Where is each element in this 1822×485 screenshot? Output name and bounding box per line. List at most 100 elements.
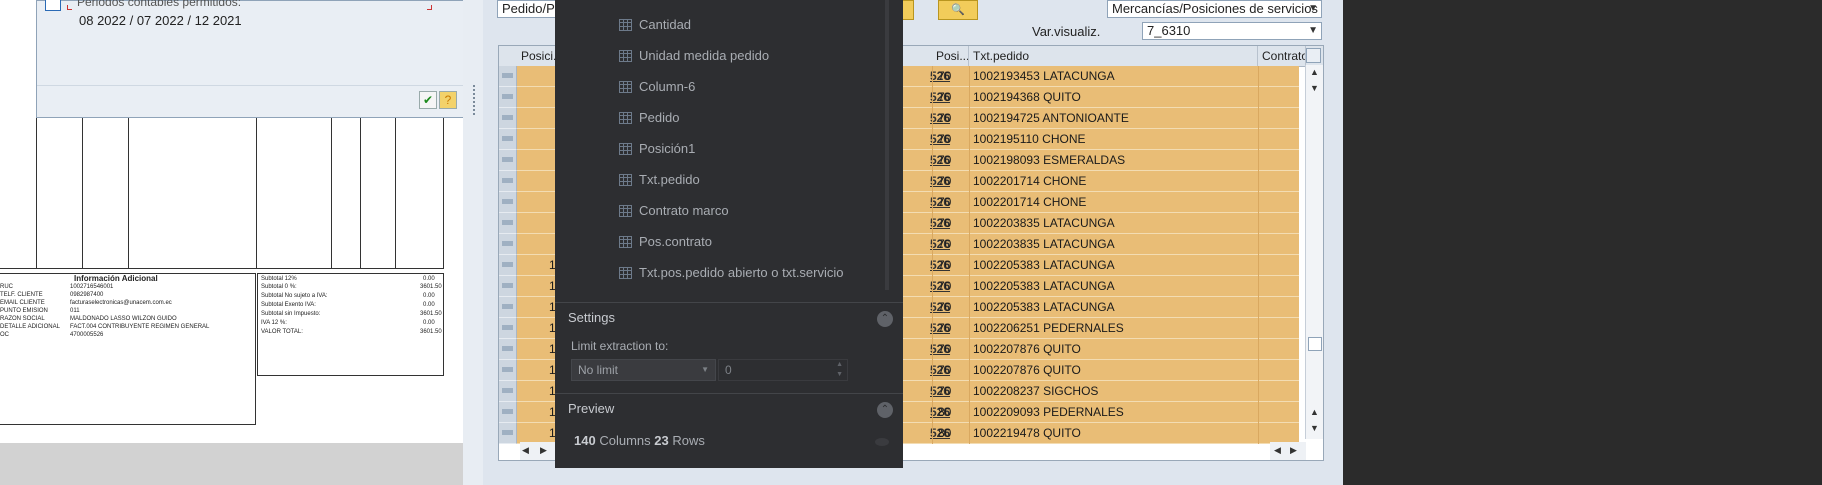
cell-txt-pedido: 1002195110 CHONE [973, 132, 1086, 146]
row-selector[interactable] [499, 360, 517, 381]
total-value: 3601.50 [420, 329, 442, 335]
table-column-icon [619, 267, 632, 279]
order-type-select[interactable]: Pedido/Pl [497, 0, 559, 18]
var-visualiz-select[interactable]: 7_6310 ▼ [1142, 22, 1322, 40]
column-header[interactable]: Txt.pedido [969, 46, 1258, 66]
table-line [256, 118, 257, 268]
info-label: RUC [0, 284, 13, 290]
cell-pos: 70 [938, 153, 952, 167]
column-list-scrollbar[interactable] [885, 0, 889, 290]
info-icon [45, 0, 61, 11]
row-selector[interactable] [499, 234, 517, 255]
total-value: 0.00 [423, 276, 435, 282]
row-selector[interactable] [499, 276, 517, 297]
limit-select[interactable]: No limit ▼ [571, 359, 716, 381]
table-line [0, 268, 444, 269]
limit-number-input[interactable]: 0 ▲ ▼ [718, 359, 848, 381]
cell-pos: 70 [938, 195, 952, 209]
periods-dialog: Periodos contables permitidos: 08 2022 /… [36, 0, 468, 118]
splitter-grip[interactable] [473, 85, 477, 115]
total-label: Subtotal 0 %: [261, 284, 297, 290]
scroll-down-icon[interactable]: ▼ [1310, 423, 1319, 433]
scroll-up-icon[interactable]: ▲ [1310, 407, 1319, 417]
splitter[interactable] [463, 0, 483, 485]
var-visualiz-label: Var.visualiz. [1032, 24, 1101, 39]
preview-section-header[interactable]: Preview ⌃ [555, 393, 903, 423]
row-selector[interactable] [499, 171, 517, 192]
cell-pos: 70 [938, 342, 952, 356]
row-selector[interactable] [499, 255, 517, 276]
cell-pos: 70 [938, 111, 952, 125]
row-selector[interactable] [499, 129, 517, 150]
row-selector[interactable] [499, 297, 517, 318]
row-selector[interactable] [499, 402, 517, 423]
column-header[interactable]: Posi... [932, 46, 969, 66]
cell-pos: 70 [938, 69, 952, 83]
column-settings-button[interactable] [1306, 48, 1321, 63]
stepper-icon[interactable]: ▲ ▼ [836, 360, 843, 380]
row-selector[interactable] [499, 381, 517, 402]
cell-txt-pedido: 1002201714 CHONE [973, 174, 1087, 188]
row-selector[interactable] [499, 87, 517, 108]
info-label: OC [0, 332, 9, 338]
collapse-icon[interactable]: ⌃ [877, 311, 893, 327]
info-value: FACT.004 CONTRIBUYENTE REGIMEN GENERAL [70, 324, 210, 330]
toolbar-search-icon[interactable]: 🔍 [938, 0, 978, 20]
table-column-icon [619, 143, 632, 155]
cell-txt-pedido: 1002206251 PEDERNALES [973, 321, 1124, 335]
horizontal-scrollbar[interactable]: ◀ ▶ [1270, 442, 1306, 460]
table-line [395, 118, 396, 268]
help-button[interactable]: ? [439, 91, 457, 109]
cell-txt-pedido: 1002194368 QUITO [973, 90, 1081, 104]
column-header[interactable]: Contrato [1258, 46, 1306, 66]
total-value: 3601.50 [420, 284, 442, 290]
row-selector[interactable] [499, 66, 517, 87]
total-value: 0.00 [423, 302, 435, 308]
cell-txt-pedido: 1002205383 LATACUNGA [973, 258, 1115, 272]
chevron-down-icon: ▼ [1308, 25, 1318, 36]
corner-mark [427, 5, 432, 10]
settings-section-header[interactable]: Settings ⌃ [555, 302, 903, 332]
scroll-up-icon[interactable]: ▲ [1310, 67, 1319, 77]
scroll-down-icon[interactable]: ▼ [1310, 83, 1319, 93]
table-line [36, 118, 37, 268]
preview-summary: 140 Columns 23 Rows [574, 433, 705, 448]
row-selector[interactable] [499, 192, 517, 213]
scroll-left-icon[interactable]: ◀ [1274, 445, 1281, 456]
row-selector[interactable] [499, 108, 517, 129]
cell-pos: 70 [938, 384, 952, 398]
total-label: Subtotal Exento IVA: [261, 302, 316, 308]
scroll-right-icon[interactable]: ▶ [540, 445, 547, 456]
preview-columns-label: Columns [599, 433, 651, 448]
table-column-icon [619, 112, 632, 124]
total-label: VALOR TOTAL: [261, 329, 303, 335]
scroll-right-icon[interactable]: ▶ [1290, 445, 1297, 456]
collapse-icon[interactable]: ⌃ [877, 402, 893, 418]
table-column-icon [619, 236, 632, 248]
info-label: EMAIL CLIENTE [0, 300, 45, 306]
info-title: Información Adicional [74, 274, 158, 283]
row-selector[interactable] [499, 339, 517, 360]
scroll-left-icon[interactable]: ◀ [522, 445, 529, 456]
table-column-icon [619, 81, 632, 93]
total-value: 0.00 [423, 293, 435, 299]
row-selector[interactable] [499, 213, 517, 234]
row-selector[interactable] [499, 150, 517, 171]
column-header[interactable]: Posici... [517, 46, 557, 66]
cell-pos: 80 [938, 426, 952, 440]
toolbar-button-edge[interactable] [902, 0, 914, 20]
total-value: 0.00 [423, 320, 435, 326]
confirm-button[interactable]: ✔ [419, 91, 437, 109]
cell-txt-pedido: 1002201714 CHONE [973, 195, 1087, 209]
chevron-down-icon: ▼ [1308, 3, 1318, 14]
cell-txt-pedido: 1002209093 PEDERNALES [973, 405, 1124, 419]
table-line [443, 118, 444, 268]
scroll-thumb[interactable] [1308, 337, 1322, 351]
cell-txt-pedido: 1002205383 LATACUNGA [973, 300, 1115, 314]
eye-icon[interactable] [875, 438, 889, 446]
view-select[interactable]: Mercancías/Posiciones de servicios ▼ [1107, 0, 1322, 18]
row-selector[interactable] [499, 318, 517, 339]
vertical-scrollbar[interactable]: ▲ ▼ ▲ ▼ [1305, 65, 1323, 439]
extraction-panel: Cantidad Unidad medida pedido Column-6 P… [555, 0, 903, 468]
row-selector[interactable] [499, 423, 517, 444]
